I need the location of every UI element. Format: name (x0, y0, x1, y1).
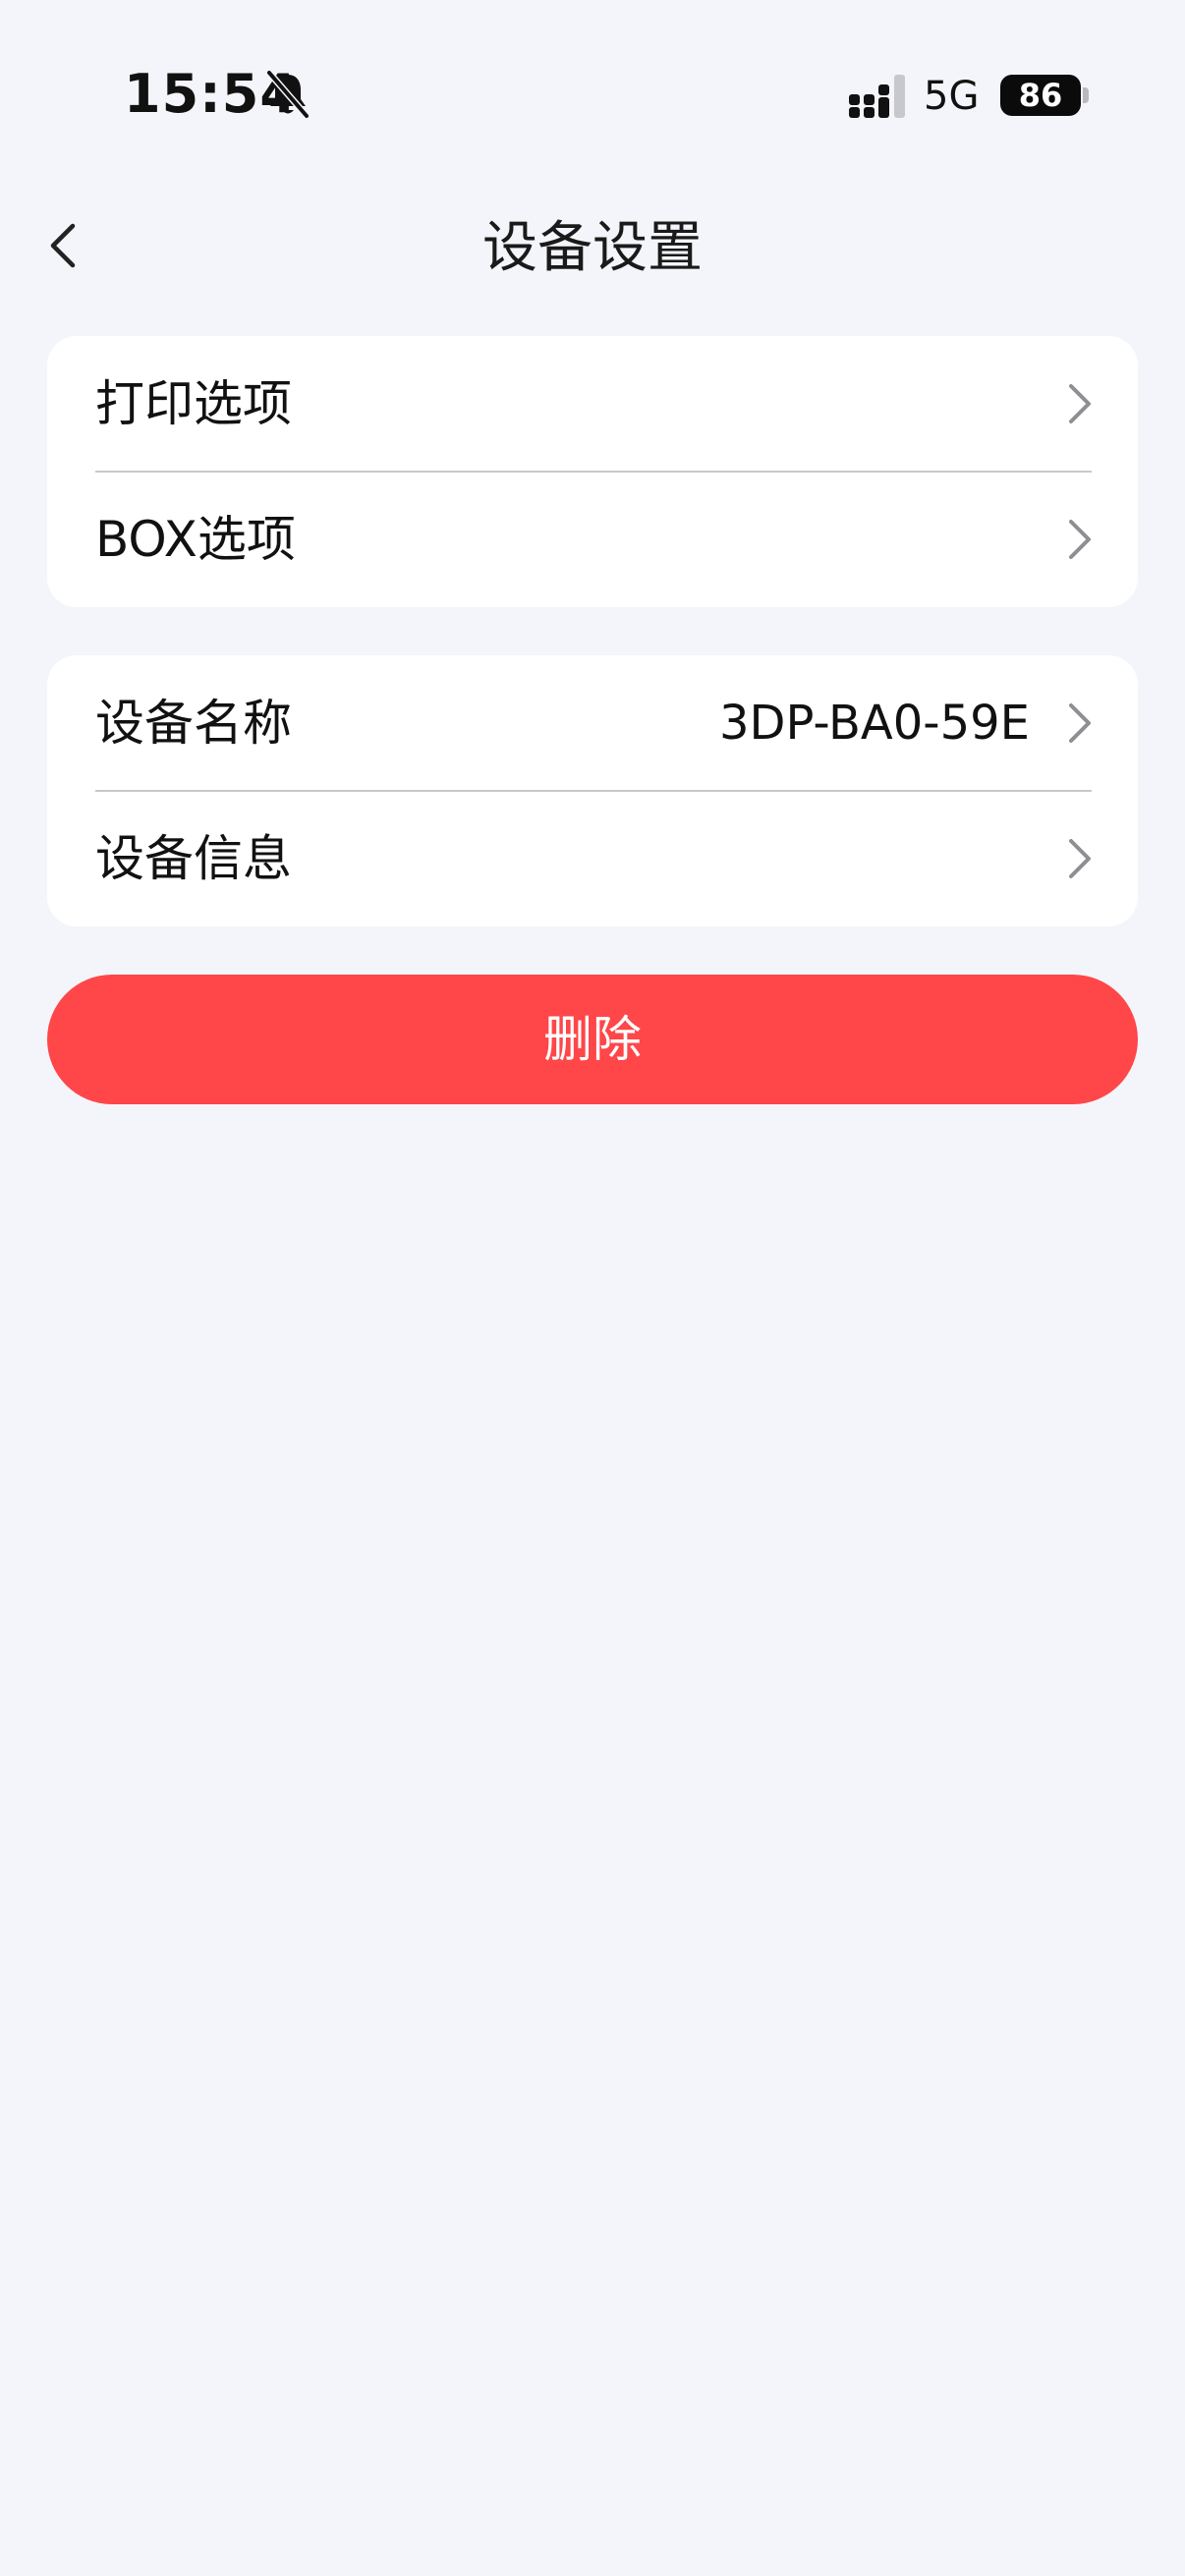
delete-button[interactable]: 删除 (47, 975, 1138, 1104)
chevron-right-icon (1069, 703, 1091, 743)
device-name-value: 3DP-BA0-59E (718, 696, 1030, 751)
row-label: BOX选项 (95, 511, 296, 568)
battery-tip (1083, 87, 1089, 103)
row-label: 设备信息 (95, 830, 292, 887)
row-label: 设备名称 (95, 695, 292, 752)
network-type: 5G (924, 74, 980, 119)
row-label: 打印选项 (95, 375, 292, 432)
settings-row-print-options[interactable]: 打印选项 (47, 336, 1138, 473)
chevron-right-icon (1069, 384, 1091, 423)
settings-row-box-options[interactable]: BOX选项 (47, 472, 1138, 607)
settings-row-device-name[interactable]: 设备名称 3DP-BA0-59E (47, 655, 1138, 792)
settings-group-device: 设备名称 3DP-BA0-59E 设备信息 (47, 655, 1138, 926)
settings-group-options: 打印选项 BOX选项 (47, 336, 1138, 607)
settings-row-device-info[interactable]: 设备信息 (47, 791, 1138, 926)
chevron-right-icon (1069, 839, 1091, 878)
signal-icon (849, 75, 905, 118)
chevron-right-icon (1069, 520, 1091, 559)
status-bar: 15:54 5G 86 (0, 0, 1185, 147)
page-title: 设备设置 (482, 216, 703, 280)
battery-indicator: 86 (1000, 75, 1081, 116)
bell-muted-icon (265, 69, 310, 120)
